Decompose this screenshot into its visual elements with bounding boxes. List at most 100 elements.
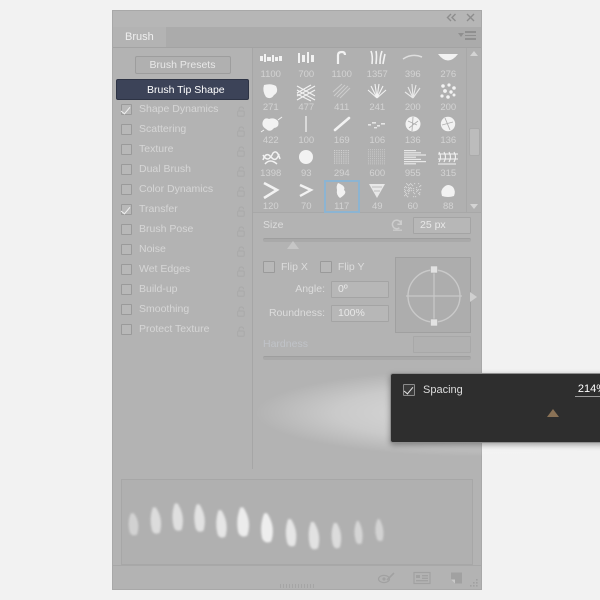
collapse-left-icon[interactable] xyxy=(446,13,457,22)
lock-icon[interactable] xyxy=(237,264,246,277)
brush-thumbnail[interactable]: 600 xyxy=(360,147,396,180)
lock-icon[interactable] xyxy=(237,304,246,317)
brush-option-checkbox[interactable] xyxy=(121,143,132,155)
tab-brush[interactable]: Brush xyxy=(113,27,166,47)
brush-thumbnail[interactable]: 411 xyxy=(324,81,360,114)
brush-option-dual-brush[interactable]: Dual Brush xyxy=(113,159,252,179)
brush-option-noise[interactable]: Noise xyxy=(113,239,252,259)
panel-bottom-grip[interactable] xyxy=(280,584,314,588)
lock-icon[interactable] xyxy=(237,184,246,197)
brush-option-color-dynamics[interactable]: Color Dynamics xyxy=(113,179,252,199)
brush-option-shape-dynamics[interactable]: Shape Dynamics xyxy=(113,99,252,119)
brush-option-checkbox[interactable] xyxy=(121,243,132,255)
size-slider-knob[interactable] xyxy=(286,241,299,249)
brush-thumbnail[interactable]: 49 xyxy=(360,180,396,213)
brush-thumbnail[interactable]: 117 xyxy=(324,180,360,213)
lock-icon[interactable] xyxy=(237,164,246,177)
brush-thumbnail[interactable]: 169 xyxy=(324,114,360,147)
panel-menu-icon[interactable] xyxy=(458,31,476,40)
new-brush-icon[interactable] xyxy=(449,571,467,585)
brush-size-label: 100 xyxy=(298,135,315,146)
toggle-brush-preview-icon[interactable] xyxy=(377,571,395,585)
resize-grip[interactable] xyxy=(468,576,478,587)
scroll-down-arrow-icon[interactable] xyxy=(470,204,478,209)
spacing-slider[interactable] xyxy=(403,407,600,425)
brush-option-checkbox[interactable] xyxy=(121,323,132,335)
brush-thumbnail[interactable]: 1398 xyxy=(253,147,289,180)
brush-grid-scrollbar[interactable] xyxy=(466,48,481,212)
brush-option-checkbox[interactable] xyxy=(121,123,132,135)
brush-option-checkbox[interactable] xyxy=(121,283,132,295)
lock-icon[interactable] xyxy=(237,324,246,337)
brush-option-checkbox[interactable] xyxy=(121,103,132,115)
brush-thumbnail[interactable]: 271 xyxy=(253,81,289,114)
brush-thumbnail[interactable]: 315 xyxy=(431,147,467,180)
lock-icon[interactable] xyxy=(237,244,246,257)
angle-roundness-dial[interactable] xyxy=(395,257,477,333)
brush-thumbnail[interactable]: 1100 xyxy=(253,48,289,81)
brush-thumbnail[interactable]: 700 xyxy=(289,48,325,81)
brush-thumbnail[interactable]: 70 xyxy=(289,180,325,213)
brush-thumbnail[interactable]: 136 xyxy=(395,114,431,147)
brush-thumbnail[interactable]: 422 xyxy=(253,114,289,147)
brush-option-checkbox[interactable] xyxy=(121,223,132,235)
brush-thumbnail[interactable]: 1357 xyxy=(360,48,396,81)
brush-option-scattering[interactable]: Scattering xyxy=(113,119,252,139)
brush-thumbnail[interactable]: 106 xyxy=(360,114,396,147)
brush-size-label: 600 xyxy=(369,168,386,179)
lock-icon[interactable] xyxy=(237,204,246,217)
lock-icon[interactable] xyxy=(237,284,246,297)
brush-thumbnail[interactable]: 88 xyxy=(431,180,467,213)
brush-thumbnail[interactable]: 955 xyxy=(395,147,431,180)
brush-option-wet-edges[interactable]: Wet Edges xyxy=(113,259,252,279)
brush-thumbnail[interactable]: 93 xyxy=(289,147,325,180)
spacing-callout: Spacing 214% xyxy=(390,373,600,443)
brush-thumbnail[interactable]: 100 xyxy=(289,114,325,147)
spacing-slider-knob[interactable] xyxy=(546,409,559,417)
size-slider[interactable] xyxy=(253,237,481,251)
brush-option-checkbox[interactable] xyxy=(121,163,132,175)
brush-thumbnail[interactable]: 477 xyxy=(289,81,325,114)
lock-icon[interactable] xyxy=(237,104,246,117)
brush-option-transfer[interactable]: Transfer xyxy=(113,199,252,219)
flip-x-checkbox[interactable] xyxy=(263,261,275,273)
brush-presets-button[interactable]: Brush Presets xyxy=(134,56,231,74)
brush-size-label: 106 xyxy=(369,135,386,146)
brush-option-texture[interactable]: Texture xyxy=(113,139,252,159)
brush-option-build-up[interactable]: Build-up xyxy=(113,279,252,299)
open-preset-manager-icon[interactable] xyxy=(413,571,431,585)
lock-icon[interactable] xyxy=(237,224,246,237)
scroll-up-arrow-icon[interactable] xyxy=(470,51,478,56)
brush-option-checkbox[interactable] xyxy=(121,203,132,215)
brush-thumbnail[interactable]: 200 xyxy=(395,81,431,114)
brush-option-protect-texture[interactable]: Protect Texture xyxy=(113,319,252,339)
angle-value-field[interactable]: 0º xyxy=(331,280,389,298)
size-value-field[interactable]: 25 px xyxy=(413,216,471,234)
brush-thumbnail[interactable]: 396 xyxy=(395,48,431,81)
brush-option-checkbox[interactable] xyxy=(121,263,132,275)
brush-size-label: 117 xyxy=(334,201,350,212)
brush-thumbnail[interactable]: 1100 xyxy=(324,48,360,81)
brush-option-label: Texture xyxy=(139,143,174,155)
brush-option-smoothing[interactable]: Smoothing xyxy=(113,299,252,319)
brush-thumbnail[interactable]: 276 xyxy=(431,48,467,81)
lock-icon[interactable] xyxy=(237,124,246,137)
roundness-value-field[interactable]: 100% xyxy=(331,304,389,322)
brush-thumbnail[interactable]: 294 xyxy=(324,147,360,180)
brush-option-checkbox[interactable] xyxy=(121,303,132,315)
brush-thumbnail[interactable]: 241 xyxy=(360,81,396,114)
scrollbar-thumb[interactable] xyxy=(469,128,480,156)
brush-thumbnail[interactable]: 120 xyxy=(253,180,289,213)
brush-option-checkbox[interactable] xyxy=(121,183,132,195)
lock-icon[interactable] xyxy=(237,144,246,157)
brush-option-brush-pose[interactable]: Brush Pose xyxy=(113,219,252,239)
reset-size-icon[interactable] xyxy=(390,218,405,232)
close-icon[interactable] xyxy=(466,13,475,22)
brush-option-brush-tip-shape[interactable]: Brush Tip Shape xyxy=(117,80,248,99)
brush-thumbnail[interactable]: 136 xyxy=(431,114,467,147)
spacing-value-field[interactable]: 214% xyxy=(574,383,600,397)
flip-y-checkbox[interactable] xyxy=(319,261,332,273)
brush-thumbnail[interactable]: 200 xyxy=(431,81,467,114)
spacing-checkbox[interactable] xyxy=(403,384,415,396)
brush-thumbnail[interactable]: 60 xyxy=(395,180,431,213)
